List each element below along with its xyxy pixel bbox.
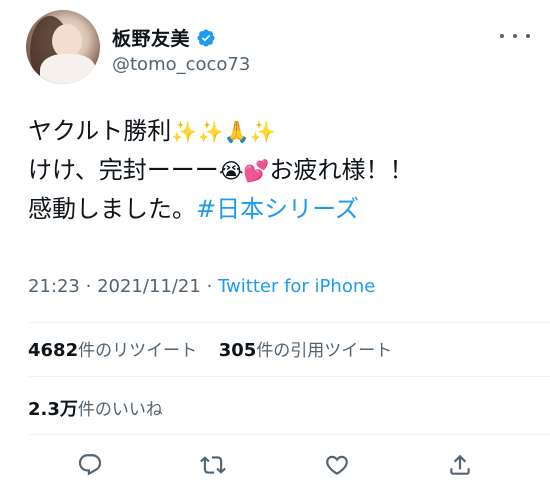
sparkles-emoji: ✨ <box>249 120 276 144</box>
likes-label: 件のいいね <box>77 400 163 420</box>
author-handle[interactable]: @tomo_coco73 <box>112 54 250 75</box>
retweet-icon <box>200 456 227 474</box>
avatar-face <box>52 24 82 58</box>
likes-link[interactable]: 2.3万件のいいね <box>28 399 163 420</box>
share-icon <box>450 454 470 475</box>
divider <box>28 376 550 377</box>
hashtag-link[interactable]: #日本シリーズ <box>196 195 359 223</box>
tweet-header: 板野友美 @tomo_coco73 <box>20 10 530 86</box>
author-avatar[interactable] <box>26 10 100 84</box>
reply-icon <box>78 454 101 476</box>
likes-stats-row: 2.3万件のいいね <box>28 395 163 421</box>
sparkles-emoji: ✨ <box>171 120 198 144</box>
tweet-text-line-2: けけ、完封ーーー😭💕お疲れ様！！ <box>28 151 528 190</box>
tweet-date[interactable]: 2021/11/21 <box>97 276 201 297</box>
retweet-stats-row: 4682件のリツイート 305件の引用ツイート <box>28 336 392 361</box>
tweet-text: ヤクルト勝利✨✨🙏✨ けけ、完封ーーー😭💕お疲れ様！！ 感動しました。#日本シリ… <box>28 112 528 228</box>
more-options-icon[interactable] <box>500 26 530 46</box>
tweet-text-segment: 感動しました。 <box>28 195 196 223</box>
retweets-link[interactable]: 4682件のリツイート <box>28 340 198 361</box>
tweet-time[interactable]: 21:23 <box>28 276 80 297</box>
retweet-button[interactable] <box>196 448 230 482</box>
folded-hands-emoji: 🙏 <box>223 120 250 144</box>
quotes-count: 305 <box>218 340 257 361</box>
retweets-label: 件のリツイート <box>78 341 198 361</box>
tweet-text-segment: お疲れ様！！ <box>269 156 414 184</box>
two-hearts-emoji: 💕 <box>243 159 270 183</box>
quotes-label: 件の引用ツイート <box>256 341 393 361</box>
avatar-sweater <box>40 54 96 84</box>
author-name-row[interactable]: 板野友美 <box>112 24 216 51</box>
crying-face-emoji: 😭 <box>218 159 244 183</box>
tweet-text-line-3: 感動しました。#日本シリーズ <box>28 190 528 228</box>
sparkles-emoji: ✨ <box>197 120 224 144</box>
more-dot <box>526 34 530 38</box>
like-button[interactable] <box>320 448 354 482</box>
tweet-text-line-1: ヤクルト勝利✨✨🙏✨ <box>28 112 528 151</box>
retweets-count: 4682 <box>28 340 79 361</box>
more-dot <box>500 34 504 38</box>
divider <box>28 434 550 435</box>
tweet-source-link[interactable]: Twitter for iPhone <box>218 276 375 297</box>
reply-button[interactable] <box>73 448 107 482</box>
tweet-metadata: 21:23 · 2021/11/21 · Twitter for iPhone <box>28 276 375 297</box>
meta-separator: · <box>206 276 213 297</box>
share-button[interactable] <box>443 448 477 482</box>
tweet-text-segment: けけ、完封ーーー <box>28 156 219 184</box>
tweet-actions-bar <box>28 448 522 482</box>
author-display-name[interactable]: 板野友美 <box>112 24 190 51</box>
meta-separator: · <box>85 276 92 297</box>
verified-badge-icon <box>197 28 215 47</box>
tweet-text-segment: ヤクルト勝利 <box>28 117 172 145</box>
likes-count: 2.3万 <box>28 399 78 420</box>
like-icon <box>325 455 348 475</box>
quote-tweets-link[interactable]: 305件の引用ツイート <box>218 340 393 361</box>
divider <box>28 322 550 323</box>
more-dot <box>513 34 517 38</box>
